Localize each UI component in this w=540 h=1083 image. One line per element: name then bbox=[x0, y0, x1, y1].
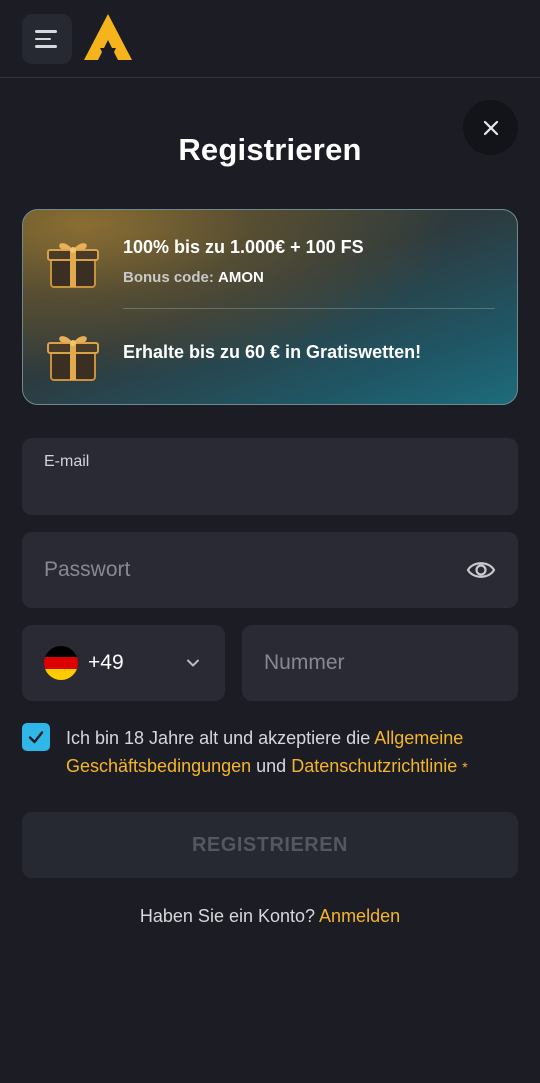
terms-text: Ich bin 18 Jahre alt und akzeptiere die … bbox=[66, 724, 516, 781]
country-code: +49 bbox=[88, 651, 124, 674]
page-title: Registrieren bbox=[178, 132, 362, 167]
terms-checkbox[interactable] bbox=[22, 723, 50, 751]
password-placeholder: Passwort bbox=[44, 558, 131, 581]
email-field[interactable]: E-mail bbox=[22, 438, 518, 515]
email-label: E-mail bbox=[44, 453, 90, 470]
hamburger-menu-icon[interactable] bbox=[22, 14, 72, 64]
checkmark-icon bbox=[28, 731, 44, 744]
register-button[interactable]: REGISTRIEREN bbox=[22, 812, 518, 878]
bonus-item: 100% bis zu 1.000€ + 100 FS Bonus code: … bbox=[23, 210, 517, 308]
bonus-item: Erhalte bis zu 60 € in Gratiswetten! bbox=[23, 308, 517, 404]
login-prompt: Haben Sie ein Konto? Anmelden bbox=[0, 906, 540, 927]
bonus-code: Bonus code: AMON bbox=[123, 269, 264, 286]
germany-flag-icon bbox=[44, 646, 78, 680]
privacy-link[interactable]: Datenschutzrichtlinie bbox=[291, 756, 457, 776]
phone-number-field[interactable]: Nummer bbox=[242, 625, 518, 701]
bonus-title: 100% bis zu 1.000€ + 100 FS bbox=[123, 237, 364, 257]
terms-text-mid: und bbox=[251, 756, 292, 776]
bonus-code-label: Bonus code: bbox=[123, 269, 214, 286]
password-field[interactable]: Passwort bbox=[22, 532, 518, 608]
bonus-card: 100% bis zu 1.000€ + 100 FS Bonus code: … bbox=[22, 209, 518, 405]
brand-logo-icon[interactable] bbox=[82, 12, 134, 64]
eye-icon[interactable] bbox=[466, 555, 496, 585]
chevron-down-icon bbox=[187, 659, 199, 667]
number-placeholder: Nummer bbox=[264, 651, 345, 674]
required-mark: * bbox=[462, 759, 468, 775]
bonus-code-value: AMON bbox=[218, 269, 264, 286]
country-code-select[interactable]: +49 bbox=[22, 625, 225, 701]
terms-text-before: Ich bin 18 Jahre alt und akzeptiere die bbox=[66, 728, 375, 748]
top-bar bbox=[0, 0, 540, 78]
gift-box-icon bbox=[47, 243, 99, 288]
bonus-title: Erhalte bis zu 60 € in Gratiswetten! bbox=[123, 342, 422, 362]
login-question: Haben Sie ein Konto? bbox=[139, 906, 316, 926]
login-link[interactable]: Anmelden bbox=[319, 906, 400, 926]
gift-box-icon bbox=[47, 336, 99, 381]
